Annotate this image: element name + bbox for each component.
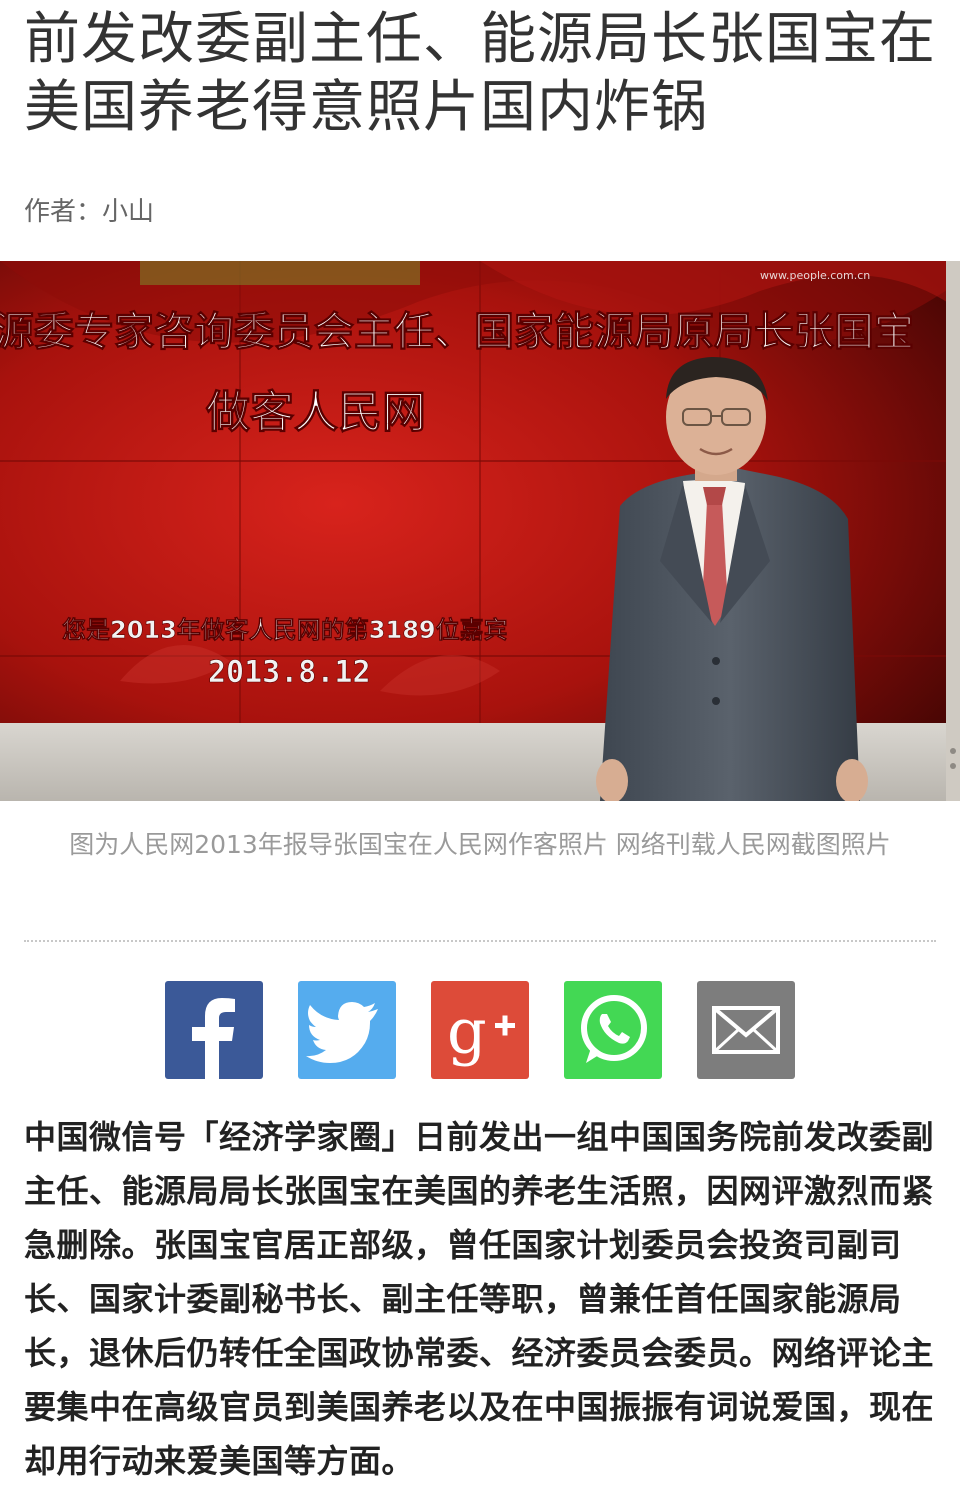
facebook-icon: [192, 998, 235, 1079]
photo-guest-text: 您是2013年做客人民网的第3189位嘉宾: [62, 616, 508, 644]
photo-caption: 图为人民网2013年报导张国宝在人民网作客照片 网络刊载人民网截图照片: [69, 830, 891, 859]
google-plus-icon: g: [447, 995, 515, 1068]
whatsapp-icon: [581, 995, 647, 1063]
email-icon: [712, 1006, 780, 1054]
share-bar: g: [165, 981, 795, 1079]
article-body: 中国微信号「经济学家圈」日前发出一组中国国务院前发改委副主任、能源局局长张国宝在…: [24, 1118, 935, 1480]
section-divider: [24, 940, 936, 942]
photo-banner-line2: 做客人民网: [205, 387, 426, 438]
google-plus-share-button[interactable]: g: [431, 981, 529, 1079]
photo-banner-line1: 源委专家咨询委员会主任、国家能源局原局长张国宝: [0, 309, 914, 355]
facebook-share-button[interactable]: [165, 981, 263, 1079]
article-photo: 源委专家咨询委员会主任、国家能源局原局长张国宝 做客人民网 www.people…: [0, 261, 960, 801]
twitter-share-button[interactable]: [298, 981, 396, 1079]
photo-date-text: 2013.8.12: [208, 655, 371, 690]
whatsapp-share-button[interactable]: [564, 981, 662, 1079]
email-share-button[interactable]: [697, 981, 795, 1079]
svg-text:g: g: [447, 995, 487, 1068]
photo-site-url: www.people.com.cn: [760, 269, 870, 282]
twitter-icon: [306, 1002, 378, 1063]
article-title: 前发改委副主任、能源局长张国宝在美国养老得意照片国内炸锅: [24, 7, 936, 140]
article-byline: 作者：小山: [24, 197, 155, 227]
